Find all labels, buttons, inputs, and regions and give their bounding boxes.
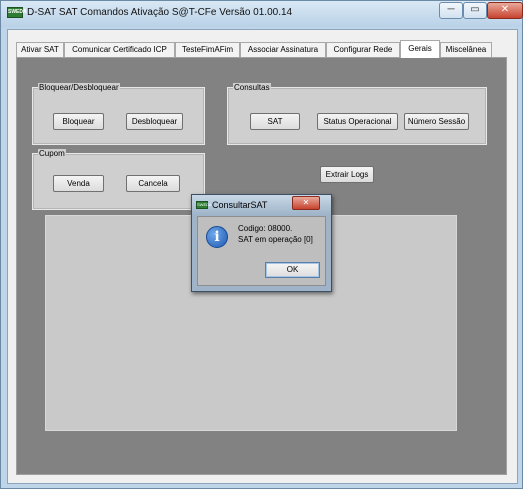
group-consultas-title: Consultas [233, 83, 271, 93]
tab-teste-fim-a-fim[interactable]: TesteFimAFim [175, 42, 240, 57]
tab-gerais[interactable]: Gerais [400, 40, 440, 58]
tab-associar-assinatura[interactable]: Associar Assinatura [240, 42, 326, 57]
ok-button[interactable]: OK [265, 262, 320, 278]
tab-miscelanea[interactable]: Miscelânea [440, 42, 492, 57]
bloquear-button[interactable]: Bloquear [53, 113, 104, 130]
status-operacional-button[interactable]: Status Operacional [317, 113, 398, 130]
dialog-close-button[interactable]: ✕ [292, 196, 320, 210]
close-button[interactable]: ✕ [487, 2, 523, 19]
app-icon: SWEDA [7, 7, 27, 18]
desbloquear-button[interactable]: Desbloquear [126, 113, 183, 130]
group-bloquear-desbloquear: Bloquear/Desbloquear Bloquear Desbloquea… [32, 83, 205, 145]
dialog-title-bar[interactable]: SWEDA ConsultarSAT ✕ [192, 195, 331, 215]
cancela-button[interactable]: Cancela [126, 175, 180, 192]
group-cupom-title: Cupom [38, 149, 66, 159]
group-cupom: Cupom Venda Cancela [32, 149, 205, 210]
minimize-button[interactable]: ─ [439, 2, 463, 19]
dialog-message-code: Codigo: 08000. [238, 224, 293, 233]
dialog-title: ConsultarSAT [212, 200, 268, 210]
maximize-button[interactable]: ▭ [463, 2, 487, 19]
consultar-sat-dialog: SWEDA ConsultarSAT ✕ i Codigo: 08000. SA… [191, 194, 332, 292]
dialog-message-status: SAT em operação [0] [238, 235, 313, 244]
tab-ativar-sat[interactable]: Ativar SAT [16, 42, 64, 57]
dialog-body: i Codigo: 08000. SAT em operação [0] OK [197, 216, 326, 286]
tab-configurar-rede[interactable]: Configurar Rede [326, 42, 400, 57]
title-bar[interactable]: SWEDA D-SAT SAT Comandos Ativação S@T-CF… [1, 1, 523, 27]
tab-comunicar-certificado-icp[interactable]: Comunicar Certificado ICP [64, 42, 175, 57]
dialog-app-icon: SWEDA [196, 201, 212, 209]
numero-sessao-button[interactable]: Número Sessão [404, 113, 469, 130]
venda-button[interactable]: Venda [53, 175, 104, 192]
group-consultas: Consultas SAT Status Operacional Número … [227, 83, 487, 145]
info-icon: i [206, 226, 228, 248]
group-bloquear-title: Bloquear/Desbloquear [38, 83, 120, 93]
window-title: D-SAT SAT Comandos Ativação S@T-CFe Vers… [27, 7, 293, 18]
extrair-logs-button[interactable]: Extrair Logs [320, 166, 374, 183]
consultar-sat-button[interactable]: SAT [250, 113, 300, 130]
